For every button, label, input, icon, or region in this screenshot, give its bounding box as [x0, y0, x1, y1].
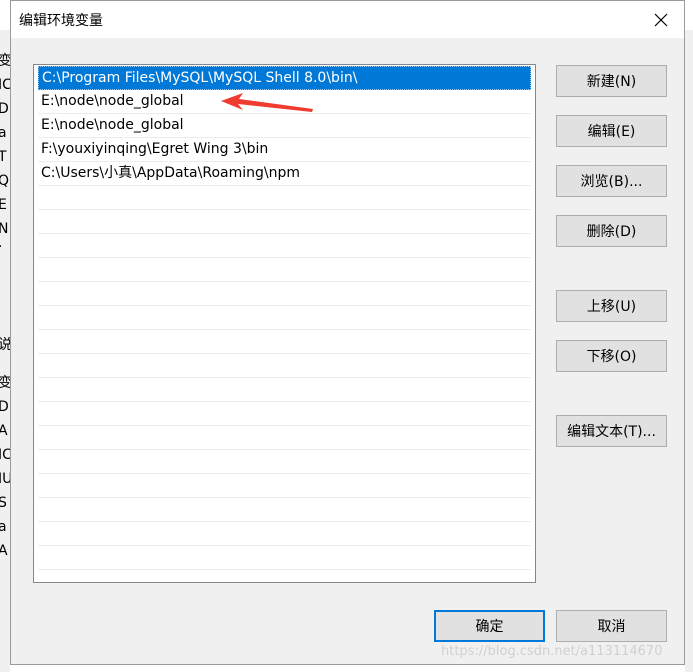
red-arrow-annotation — [221, 93, 313, 112]
background-text-fragment: N — [0, 221, 9, 237]
list-item-empty[interactable] — [38, 186, 531, 210]
list-item-empty[interactable] — [38, 498, 531, 522]
background-window-edge-right — [685, 30, 693, 672]
background-window-edge: 变 IC Dr a T Q E N · 说 变 Dr A IC IU S a A — [0, 30, 10, 672]
background-text-fragment: 变 — [0, 375, 10, 391]
background-text-fragment: Dr — [0, 399, 10, 415]
list-item-empty[interactable] — [38, 282, 531, 306]
background-text-fragment: IC — [0, 77, 10, 93]
edit-button[interactable]: 编辑(E) — [556, 115, 667, 147]
list-item-empty[interactable] — [38, 234, 531, 258]
list-item-empty[interactable] — [38, 546, 531, 570]
list-item-empty[interactable] — [38, 402, 531, 426]
background-text-fragment: Q — [0, 173, 10, 189]
dialog-title: 编辑环境变量 — [19, 13, 103, 29]
list-item-empty[interactable] — [38, 426, 531, 450]
background-text-fragment: · — [0, 238, 10, 256]
list-item-empty[interactable] — [38, 522, 531, 546]
edit-text-button[interactable]: 编辑文本(T)... — [556, 415, 667, 447]
ok-button[interactable]: 确定 — [434, 610, 545, 642]
list-item[interactable]: C:\Users\小真\AppData\Roaming\npm — [38, 162, 531, 186]
background-text-fragment: a — [0, 125, 7, 141]
delete-button[interactable]: 删除(D) — [556, 215, 667, 247]
background-text-fragment: E — [0, 197, 7, 213]
edit-env-variable-dialog: 编辑环境变量 C:\Program Files\MySQL\MySQL Shel… — [10, 0, 685, 665]
watermark: https://blog.csdn.net/a113114670 — [441, 644, 663, 659]
list-item-empty[interactable] — [38, 330, 531, 354]
list-item-empty[interactable] — [38, 354, 531, 378]
background-text-fragment: A — [0, 543, 8, 559]
background-text-fragment: Dr — [0, 101, 10, 117]
background-text-fragment: 变 — [0, 53, 10, 69]
list-item-empty[interactable] — [38, 450, 531, 474]
list-item-empty[interactable] — [38, 258, 531, 282]
path-list[interactable]: C:\Program Files\MySQL\MySQL Shell 8.0\b… — [33, 64, 536, 583]
list-item-empty[interactable] — [38, 378, 531, 402]
background-text-fragment: S — [0, 495, 7, 511]
list-item[interactable]: F:\youxiyinqing\Egret Wing 3\bin — [38, 138, 531, 162]
background-text-fragment: 说 — [0, 337, 10, 353]
move-down-button[interactable]: 下移(O) — [556, 340, 667, 372]
move-up-button[interactable]: 上移(U) — [556, 290, 667, 322]
list-item-empty[interactable] — [38, 474, 531, 498]
new-button[interactable]: 新建(N) — [556, 65, 667, 97]
background-text-fragment: T — [0, 149, 7, 165]
background-text-fragment: IC — [0, 447, 10, 463]
background-text-fragment: IU — [0, 471, 10, 487]
close-icon — [654, 13, 668, 26]
close-button[interactable] — [638, 1, 684, 38]
list-item-empty[interactable] — [38, 306, 531, 330]
cancel-button[interactable]: 取消 — [556, 610, 667, 642]
title-bar[interactable]: 编辑环境变量 — [11, 1, 684, 38]
list-item-empty[interactable] — [38, 210, 531, 234]
background-text-fragment: a — [0, 519, 7, 535]
list-item-selected[interactable]: C:\Program Files\MySQL\MySQL Shell 8.0\b… — [38, 66, 531, 90]
background-text-fragment: A — [0, 423, 8, 439]
browse-button[interactable]: 浏览(B)... — [556, 165, 667, 197]
